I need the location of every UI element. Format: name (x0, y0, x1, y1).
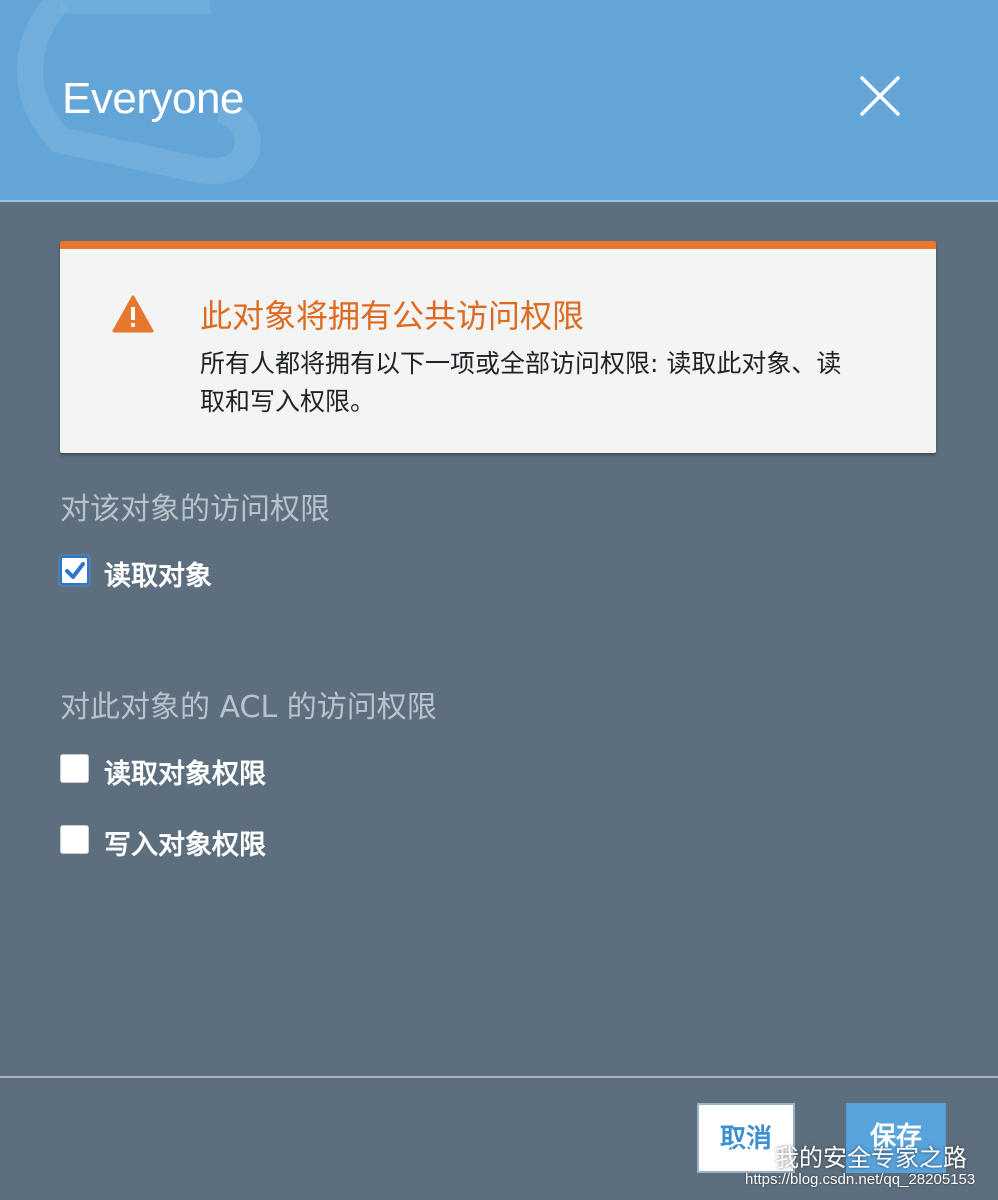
footer-divider (0, 1076, 998, 1078)
dialog-header: Everyone (0, 0, 998, 202)
warning-triangle-icon (112, 295, 154, 333)
dialog-title: Everyone (62, 74, 244, 123)
read-object-acl-label: 读取对象权限 (104, 759, 266, 790)
acl-access-heading: 对此对象的 ACL 的访问权限 (60, 690, 437, 725)
read-object-checkbox[interactable] (60, 556, 89, 585)
warning-message: 所有人都将拥有以下一项或全部访问权限: 读取此对象、读取和写入权限。 (200, 349, 842, 416)
read-object-label: 读取对象 (104, 561, 212, 592)
warning-title: 此对象将拥有公共访问权限 (200, 297, 585, 335)
watermark-url: https://blog.csdn.net/qq_28205153 (745, 1171, 976, 1188)
checkmark-icon (65, 562, 85, 579)
object-access-heading: 对该对象的访问权限 (60, 492, 330, 527)
read-object-acl-checkbox[interactable] (60, 754, 89, 783)
wechat-icon (725, 1142, 766, 1169)
close-icon[interactable] (858, 74, 902, 118)
watermark-text: 我的安全专家之路 (775, 1144, 967, 1172)
write-object-acl-checkbox[interactable] (60, 825, 89, 854)
write-object-acl-label: 写入对象权限 (104, 830, 266, 861)
public-access-warning: 此对象将拥有公共访问权限 所有人都将拥有以下一项或全部访问权限: 读取此对象、读… (60, 241, 936, 453)
